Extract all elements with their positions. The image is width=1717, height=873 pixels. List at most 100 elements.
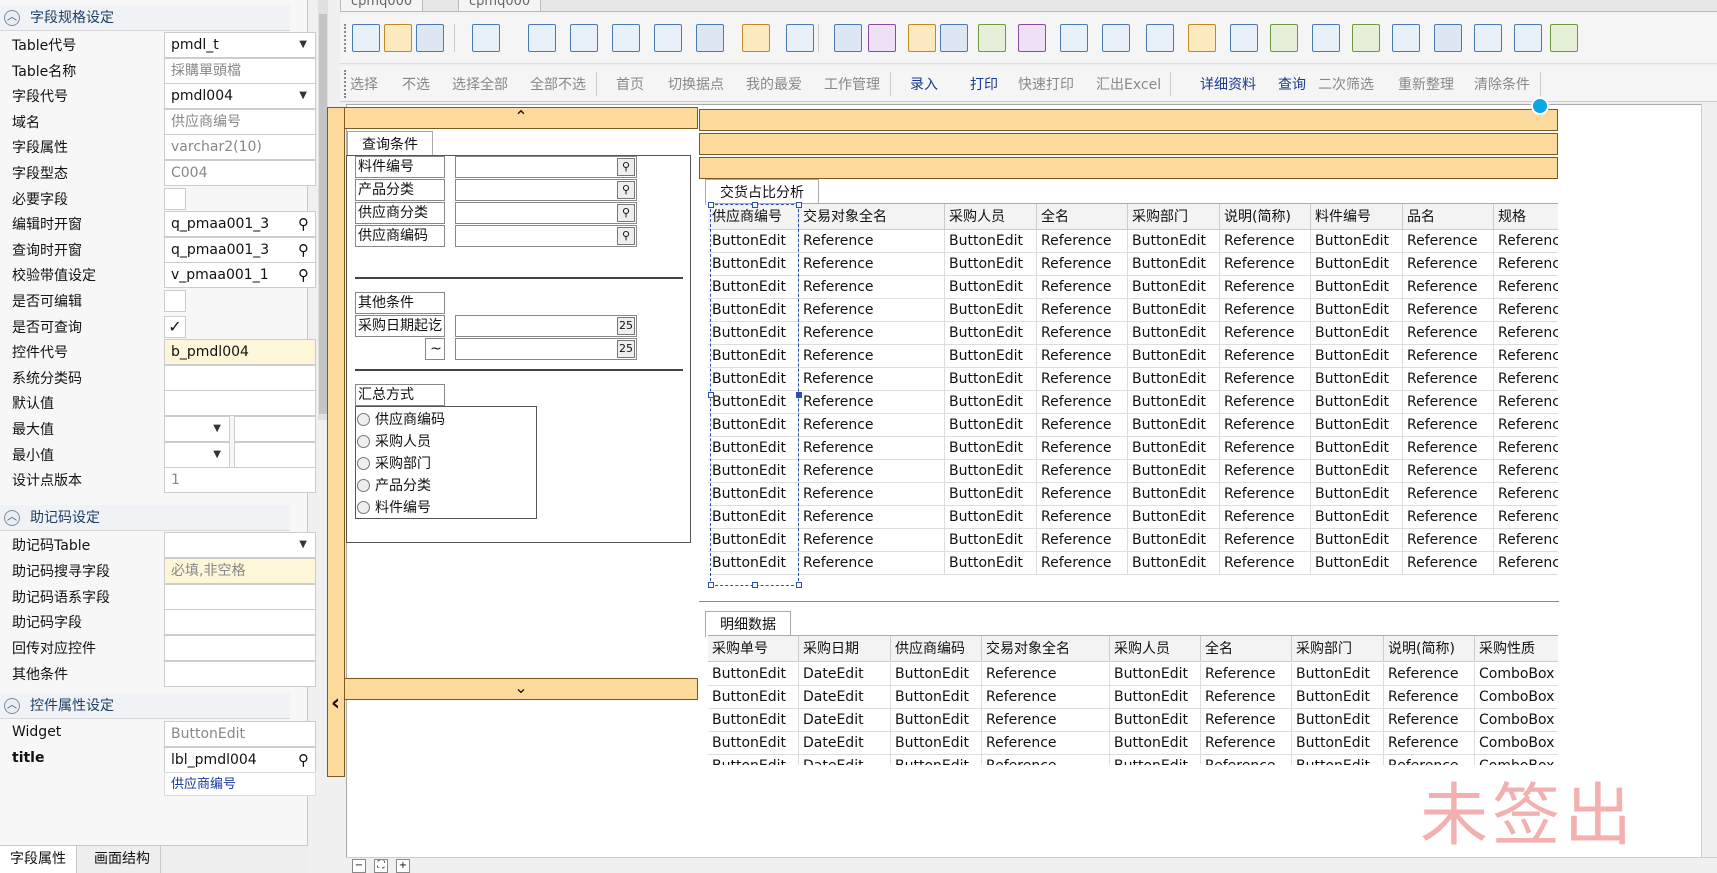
column-header[interactable]: 交易对象全名 — [982, 636, 1110, 662]
table-cell[interactable]: Reference — [1403, 230, 1494, 253]
table-cell[interactable]: Reference — [1494, 345, 1558, 368]
property-checkbox[interactable] — [164, 290, 186, 312]
resize-handle[interactable] — [752, 202, 758, 208]
zoom-out-icon[interactable]: − — [352, 859, 366, 873]
table-cell[interactable]: Reference — [1037, 253, 1128, 276]
table-cell[interactable]: Reference — [1220, 299, 1311, 322]
table-cell[interactable]: ButtonEdit — [945, 437, 1037, 460]
table-cell[interactable]: Reference — [1220, 230, 1311, 253]
table-cell[interactable]: DateEdit — [799, 709, 891, 732]
search-icon[interactable]: ⚲ — [298, 748, 309, 772]
table-cell[interactable]: Reference — [799, 506, 945, 529]
column-header[interactable]: 说明(简称) — [1384, 636, 1475, 662]
table-cell[interactable]: Reference — [799, 368, 945, 391]
image-icon[interactable] — [978, 24, 1006, 52]
table-cell[interactable]: ComboBox — [1475, 663, 1558, 686]
translate-icon[interactable] — [384, 24, 412, 52]
property-value[interactable]: ButtonEdit — [164, 721, 316, 747]
table-cell[interactable]: Reference — [799, 322, 945, 345]
property-value[interactable]: ▼ — [164, 532, 316, 558]
table-cell[interactable]: ButtonEdit — [891, 709, 982, 732]
chevron-down-icon[interactable]: ▼ — [299, 84, 307, 108]
clock-icon[interactable] — [1514, 24, 1542, 52]
table-cell[interactable]: ButtonEdit — [945, 253, 1037, 276]
query-field-input[interactable]: ⚲ — [455, 156, 637, 178]
property-value[interactable]: 1 — [164, 467, 316, 494]
query-field-input[interactable]: ⚲ — [455, 225, 637, 247]
label-icon[interactable] — [1018, 24, 1046, 52]
collapse-chevron-icon[interactable]: ︿ — [4, 510, 20, 526]
line-icon[interactable] — [940, 24, 968, 52]
pen-icon[interactable] — [908, 24, 936, 52]
property-value[interactable]: 採購單頭檔 — [164, 57, 316, 84]
table-cell[interactable]: Reference — [1494, 322, 1558, 345]
fit-screen-icon[interactable]: ⛶ — [374, 859, 388, 873]
table-cell[interactable]: DateEdit — [799, 686, 891, 709]
column-header[interactable]: 采购部门 — [1292, 636, 1384, 662]
table-cell[interactable]: Reference — [1220, 506, 1311, 529]
table-cell[interactable]: Reference — [1403, 253, 1494, 276]
table-cell[interactable]: Reference — [1494, 230, 1558, 253]
table-cell[interactable]: Reference — [1220, 253, 1311, 276]
table-cell[interactable]: Reference — [799, 437, 945, 460]
table-cell[interactable]: Reference — [1220, 322, 1311, 345]
date-from-input[interactable]: 25 — [455, 315, 637, 337]
table-cell[interactable]: ButtonEdit — [891, 755, 982, 765]
table-cell[interactable]: ButtonEdit — [1110, 732, 1201, 755]
table-cell[interactable]: Reference — [1037, 529, 1128, 552]
table-cell[interactable]: ButtonEdit — [708, 755, 799, 765]
table-cell[interactable]: Reference — [799, 552, 945, 575]
table-cell[interactable]: Reference — [1403, 506, 1494, 529]
radio-circle[interactable] — [357, 457, 370, 470]
find-icon[interactable] — [416, 24, 444, 52]
table-cell[interactable]: Reference — [1220, 368, 1311, 391]
lookup-icon[interactable]: ⚲ — [617, 181, 635, 199]
property-value[interactable] — [164, 583, 316, 610]
date-icon[interactable] — [1188, 24, 1216, 52]
table-cell[interactable]: ButtonEdit — [1311, 506, 1403, 529]
table-cell[interactable]: ButtonEdit — [891, 732, 982, 755]
table-cell[interactable]: ButtonEdit — [1110, 755, 1201, 765]
table-cell[interactable]: ButtonEdit — [1128, 506, 1220, 529]
table-cell[interactable]: Reference — [1384, 663, 1475, 686]
table-cell[interactable]: Reference — [799, 276, 945, 299]
table-cell[interactable]: DateEdit — [799, 732, 891, 755]
table-cell[interactable]: Reference — [1403, 483, 1494, 506]
search-icon[interactable]: ⚲ — [298, 212, 309, 236]
column-header[interactable]: 料件编号 — [1311, 204, 1403, 230]
table-cell[interactable]: Reference — [1384, 686, 1475, 709]
grid-icon[interactable] — [570, 24, 598, 52]
table-cell[interactable]: Reference — [1037, 506, 1128, 529]
textbox-icon[interactable] — [1230, 24, 1258, 52]
table-cell[interactable]: ComboBox — [1475, 709, 1558, 732]
table-cell[interactable]: ButtonEdit — [1110, 686, 1201, 709]
table-cell[interactable]: ButtonEdit — [945, 230, 1037, 253]
table-cell[interactable]: Reference — [1220, 414, 1311, 437]
table-cell[interactable]: ButtonEdit — [1311, 322, 1403, 345]
table-cell[interactable]: ButtonEdit — [1128, 230, 1220, 253]
table-cell[interactable]: ButtonEdit — [1128, 322, 1220, 345]
property-input[interactable] — [234, 441, 316, 468]
lookup-icon[interactable]: ⚲ — [617, 204, 635, 222]
property-value[interactable]: lbl_pmdl004 ⚲ — [164, 747, 316, 773]
selected-column-outline[interactable] — [708, 202, 802, 588]
table-cell[interactable]: ButtonEdit — [1311, 345, 1403, 368]
table-cell[interactable]: Reference — [799, 391, 945, 414]
table-cell[interactable]: ButtonEdit — [1292, 755, 1384, 765]
form-icon[interactable] — [786, 24, 814, 52]
radio-icon[interactable] — [1392, 24, 1420, 52]
toolbar-button[interactable]: 不选 — [402, 74, 430, 94]
summary-radio-option[interactable]: 料件编号 — [357, 497, 431, 517]
ok-icon[interactable] — [868, 24, 896, 52]
table-cell[interactable]: ComboBox — [1475, 686, 1558, 709]
table-cell[interactable]: Reference — [1403, 529, 1494, 552]
toolbar-button[interactable]: 选择 — [350, 74, 378, 94]
table-cell[interactable]: Reference — [1037, 299, 1128, 322]
checklist-icon[interactable] — [1102, 24, 1130, 52]
number-icon[interactable] — [472, 24, 500, 52]
table-cell[interactable]: ButtonEdit — [1311, 414, 1403, 437]
table-cell[interactable]: Reference — [1494, 276, 1558, 299]
table-cell[interactable]: Reference — [1220, 460, 1311, 483]
column-header[interactable]: 交易对象全名 — [799, 204, 945, 230]
table-cell[interactable]: ButtonEdit — [1128, 345, 1220, 368]
